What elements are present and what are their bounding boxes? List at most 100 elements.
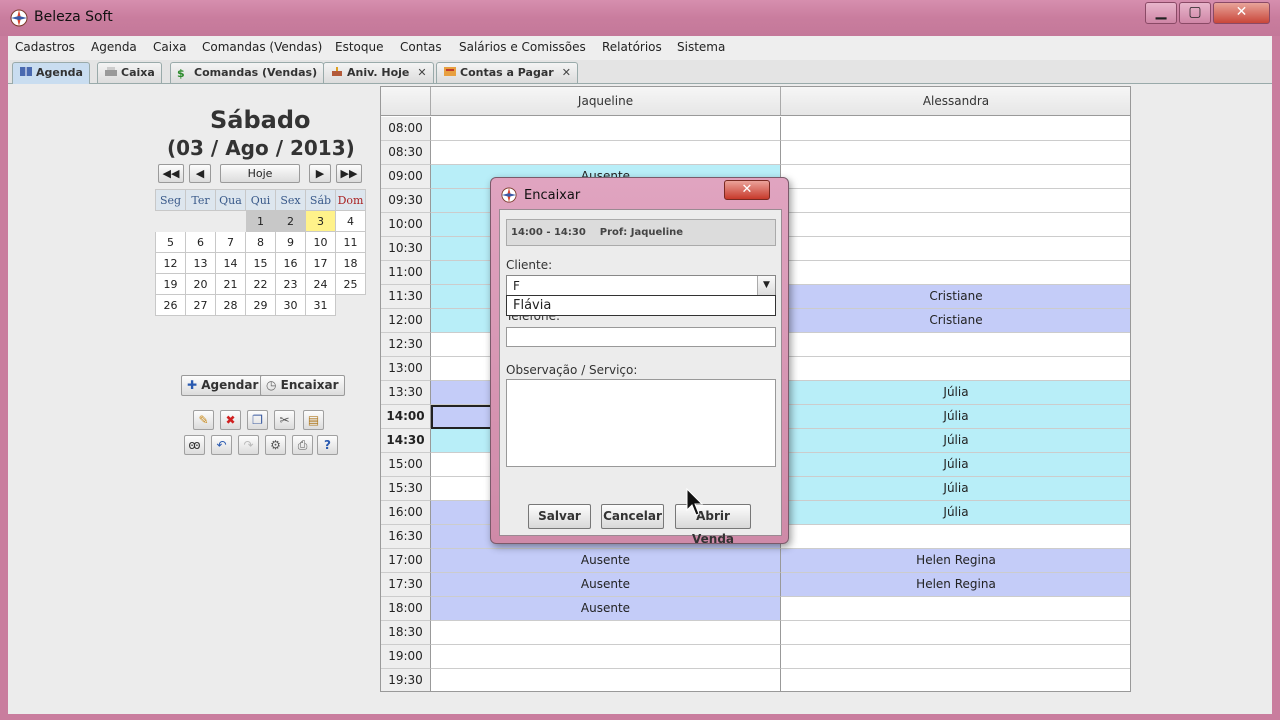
calendar-day[interactable]: 8 xyxy=(245,231,276,253)
chevron-down-icon[interactable]: ▼ xyxy=(757,276,775,295)
calendar-day[interactable]: 27 xyxy=(185,294,216,316)
appointment-cell-alessandra[interactable] xyxy=(781,261,1130,285)
menu-comandas[interactable]: Comandas (Vendas) xyxy=(202,40,322,54)
calendar-day[interactable]: 15 xyxy=(245,252,276,274)
calendar-day[interactable]: 25 xyxy=(335,273,366,295)
next-day-button[interactable]: ▶ xyxy=(309,164,331,183)
appointment-cell-alessandra[interactable]: Júlia xyxy=(781,405,1130,429)
calendar-day[interactable]: 17 xyxy=(305,252,336,274)
menu-relatorios[interactable]: Relatórios xyxy=(602,40,662,54)
appointment-cell-alessandra[interactable] xyxy=(781,333,1130,357)
tab-close-icon[interactable]: ✕ xyxy=(417,66,426,79)
cancelar-button[interactable]: Cancelar xyxy=(601,504,664,529)
appointment-cell-alessandra[interactable]: Cristiane xyxy=(781,309,1130,333)
calendar-day[interactable]: 5 xyxy=(155,231,186,253)
calendar-day[interactable]: 29 xyxy=(245,294,276,316)
appointment-cell-alessandra[interactable] xyxy=(781,237,1130,261)
menu-cadastros[interactable]: Cadastros xyxy=(15,40,75,54)
copy-icon[interactable]: ❐ xyxy=(247,410,268,430)
calendar-day[interactable]: 7 xyxy=(215,231,246,253)
minimize-button[interactable]: ▁ xyxy=(1145,2,1177,24)
telefone-field[interactable] xyxy=(506,327,776,347)
paste-icon[interactable]: ▤ xyxy=(303,410,324,430)
tab-agenda[interactable]: Agenda xyxy=(12,62,90,84)
appointment-cell-jaqueline[interactable]: Ausente xyxy=(431,549,781,573)
calendar-day[interactable]: 16 xyxy=(275,252,306,274)
calendar-day[interactable]: 13 xyxy=(185,252,216,274)
calendar-day[interactable]: 20 xyxy=(185,273,216,295)
observacao-textarea[interactable] xyxy=(506,379,776,467)
tab-close-icon[interactable]: ✕ xyxy=(562,66,571,79)
appointment-cell-alessandra[interactable] xyxy=(781,117,1130,141)
settings-gear-icon[interactable]: ⚙ xyxy=(265,435,286,455)
appointment-cell-jaqueline[interactable] xyxy=(431,645,781,669)
appointment-cell-alessandra[interactable] xyxy=(781,525,1130,549)
appointment-cell-alessandra[interactable]: Cristiane xyxy=(781,285,1130,309)
calendar-day[interactable]: 19 xyxy=(155,273,186,295)
first-month-button[interactable]: ◀◀ xyxy=(158,164,184,183)
calendar-day[interactable]: 9 xyxy=(275,231,306,253)
appointment-cell-alessandra[interactable] xyxy=(781,213,1130,237)
appointment-cell-alessandra[interactable]: Júlia xyxy=(781,381,1130,405)
close-window-button[interactable]: ✕ xyxy=(1213,2,1270,24)
undo-icon[interactable]: ↶ xyxy=(211,435,232,455)
today-button[interactable]: Hoje xyxy=(220,164,300,183)
encaixar-button[interactable]: ◷ Encaixar xyxy=(260,375,345,396)
appointment-cell-jaqueline[interactable] xyxy=(431,621,781,645)
calendar-day[interactable]: 12 xyxy=(155,252,186,274)
appointment-cell-alessandra[interactable]: Helen Regina xyxy=(781,573,1130,597)
appointment-cell-jaqueline[interactable] xyxy=(431,141,781,165)
calendar-day[interactable]: 31 xyxy=(305,294,336,316)
edit-pencil-icon[interactable]: ✎ xyxy=(193,410,214,430)
calendar-day[interactable]: 14 xyxy=(215,252,246,274)
appointment-cell-alessandra[interactable]: Júlia xyxy=(781,477,1130,501)
menu-sistema[interactable]: Sistema xyxy=(677,40,725,54)
appointment-cell-alessandra[interactable] xyxy=(781,357,1130,381)
appointment-cell-alessandra[interactable]: Júlia xyxy=(781,453,1130,477)
calendar-day[interactable]: 30 xyxy=(275,294,306,316)
calendar-day[interactable]: 3 xyxy=(305,210,336,232)
scissors-icon[interactable]: ✂ xyxy=(274,410,295,430)
appointment-cell-alessandra[interactable] xyxy=(781,597,1130,621)
tab-comandas[interactable]: $ Comandas (Vendas) xyxy=(170,62,325,83)
dialog-close-button[interactable]: ✕ xyxy=(724,180,770,200)
appointment-cell-alessandra[interactable]: Júlia xyxy=(781,501,1130,525)
calendar-day[interactable]: 10 xyxy=(305,231,336,253)
calendar-day[interactable]: 28 xyxy=(215,294,246,316)
cliente-suggestion[interactable]: Flávia xyxy=(506,295,776,316)
tab-contas-pagar[interactable]: Contas a Pagar ✕ xyxy=(436,62,578,83)
binoculars-icon[interactable]: ꙭ xyxy=(184,435,205,455)
appointment-cell-alessandra[interactable] xyxy=(781,645,1130,669)
appointment-cell-alessandra[interactable]: Helen Regina xyxy=(781,549,1130,573)
appointment-cell-alessandra[interactable] xyxy=(781,621,1130,645)
calendar-day[interactable]: 21 xyxy=(215,273,246,295)
help-icon[interactable]: ? xyxy=(317,435,338,455)
menu-salarios[interactable]: Salários e Comissões xyxy=(459,40,586,54)
menu-agenda[interactable]: Agenda xyxy=(91,40,137,54)
salvar-button[interactable]: Salvar xyxy=(528,504,591,529)
menu-caixa[interactable]: Caixa xyxy=(153,40,187,54)
maximize-button[interactable]: ▢ xyxy=(1179,2,1211,24)
menu-contas[interactable]: Contas xyxy=(400,40,442,54)
appointment-cell-alessandra[interactable] xyxy=(781,189,1130,213)
tab-aniv-hoje[interactable]: Aniv. Hoje ✕ xyxy=(323,62,434,83)
appointment-cell-alessandra[interactable]: Júlia xyxy=(781,429,1130,453)
calendar-day[interactable]: 6 xyxy=(185,231,216,253)
calendar-day[interactable]: 11 xyxy=(335,231,366,253)
last-month-button[interactable]: ▶▶ xyxy=(336,164,362,183)
calendar-day[interactable]: 23 xyxy=(275,273,306,295)
appointment-cell-jaqueline[interactable] xyxy=(431,669,781,691)
calendar-day[interactable]: 4 xyxy=(335,210,366,232)
print-icon[interactable]: ⎙ xyxy=(292,435,313,455)
calendar-day[interactable]: 18 xyxy=(335,252,366,274)
tab-caixa[interactable]: Caixa xyxy=(97,62,162,83)
calendar-day[interactable]: 22 xyxy=(245,273,276,295)
redo-icon[interactable]: ↷ xyxy=(238,435,259,455)
delete-icon[interactable]: ✖ xyxy=(220,410,241,430)
appointment-cell-alessandra[interactable] xyxy=(781,669,1130,691)
appointment-cell-jaqueline[interactable] xyxy=(431,117,781,141)
calendar-day[interactable]: 2 xyxy=(275,210,306,232)
calendar-day[interactable]: 24 xyxy=(305,273,336,295)
appointment-cell-alessandra[interactable] xyxy=(781,141,1130,165)
appointment-cell-jaqueline[interactable]: Ausente xyxy=(431,597,781,621)
